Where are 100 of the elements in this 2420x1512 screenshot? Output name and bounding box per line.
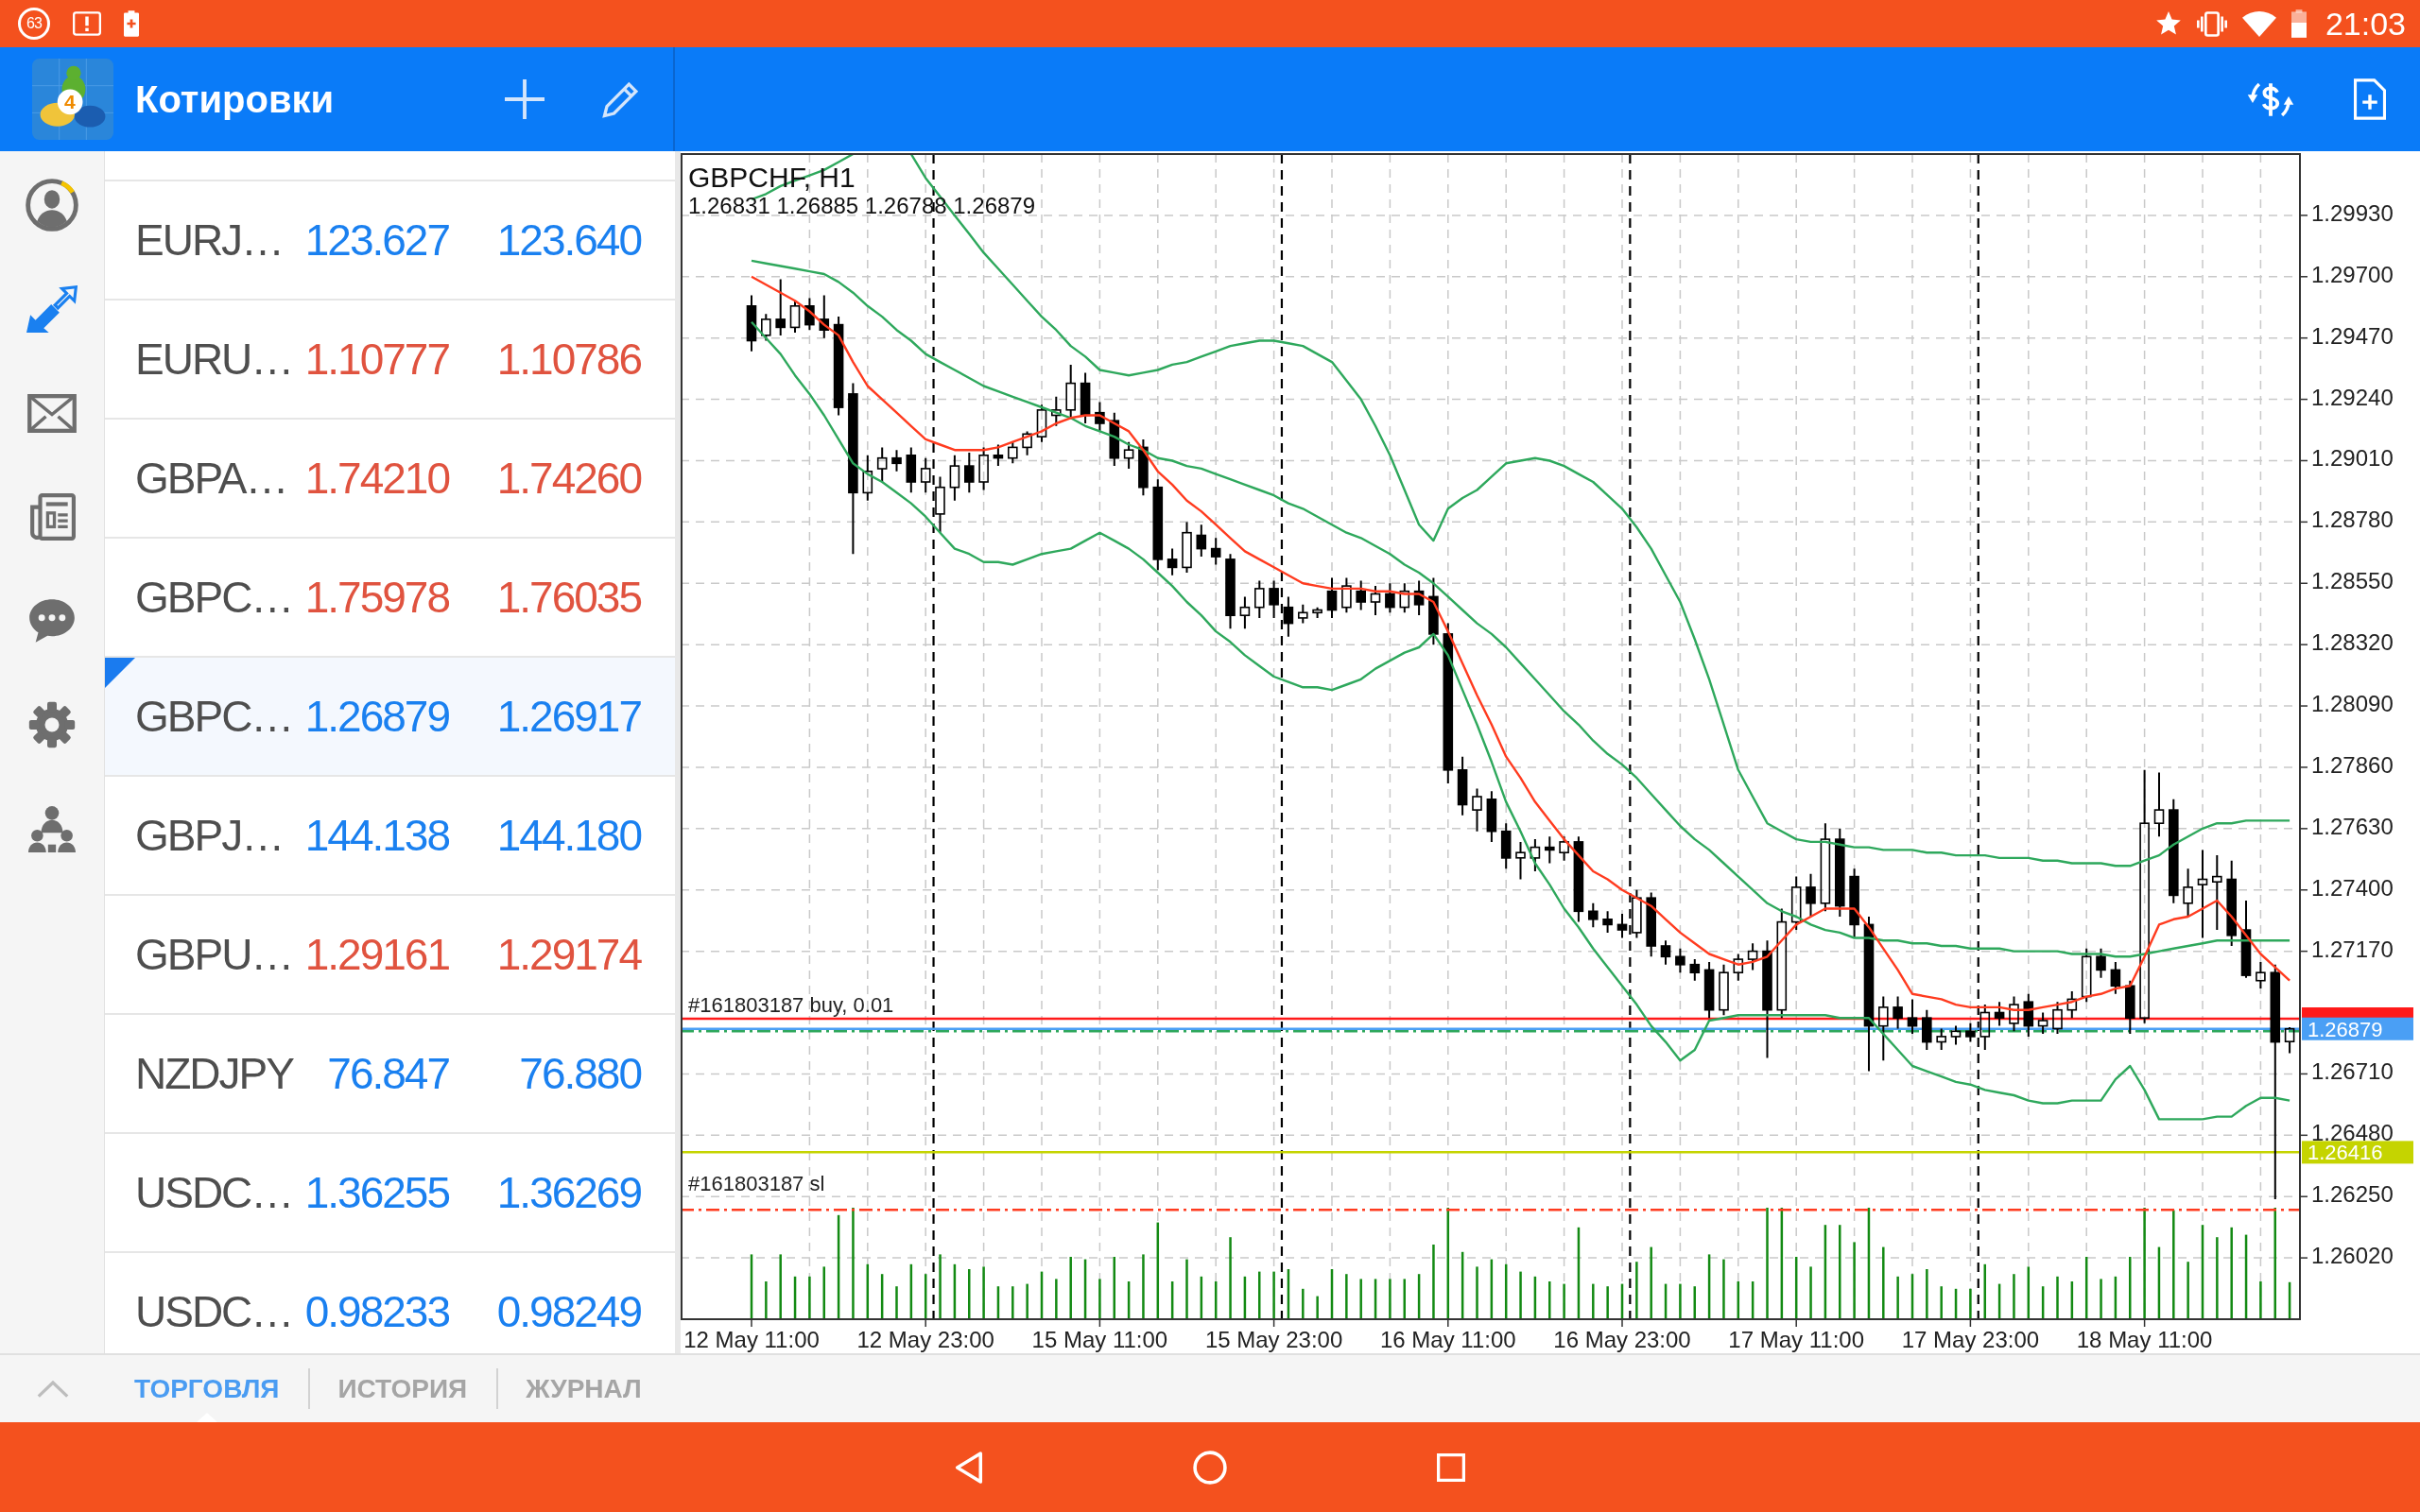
candlestick <box>1936 1027 1946 1051</box>
candlestick <box>2066 990 2078 1020</box>
candlestick <box>949 454 960 502</box>
back-icon[interactable] <box>955 1450 983 1485</box>
candlestick <box>1254 579 1265 619</box>
candlestick <box>761 313 771 342</box>
ask-price: 1.76035 <box>495 572 641 623</box>
axis-label: 17 May 11:00 <box>1728 1327 1865 1352</box>
axis-label: 1.29930 <box>2311 199 2394 226</box>
bid-price: 76.847 <box>326 1048 449 1099</box>
envelope-icon[interactable] <box>27 393 77 433</box>
candlestick <box>1602 910 1613 934</box>
candlestick <box>1979 1004 1991 1051</box>
corner-marker-icon <box>105 658 135 688</box>
candlestick <box>993 443 1004 468</box>
candlestick <box>1950 1024 1962 1046</box>
candlestick <box>1269 579 1279 619</box>
candlestick <box>1399 582 1410 614</box>
diagonal-arrows-icon[interactable] <box>26 285 78 333</box>
chat-bubble-icon[interactable] <box>27 597 77 644</box>
axis-label: 1.29700 <box>2311 261 2394 287</box>
line-label: #161803187 sl <box>688 1172 825 1196</box>
home-icon[interactable] <box>1193 1450 1227 1485</box>
candlestick <box>1747 942 1758 971</box>
axis-label: 15 May 11:00 <box>1031 1327 1168 1352</box>
candlestick <box>775 278 786 336</box>
screen-title: Котировки <box>135 77 335 121</box>
axis-label: 1.26710 <box>2311 1058 2394 1085</box>
battery-plus-icon <box>124 10 139 37</box>
bid-price: 1.10777 <box>303 334 449 385</box>
candlestick <box>2183 868 2193 918</box>
logo-number: 4 <box>64 92 76 112</box>
candlestick <box>1167 547 1178 576</box>
candlestick <box>746 294 757 352</box>
ask-price: 1.10786 <box>495 334 641 385</box>
candlestick <box>1515 840 1526 881</box>
ask-price: 1.36269 <box>495 1167 641 1218</box>
axis-label: 1.27400 <box>2311 874 2394 901</box>
bid-price: 1.29161 <box>303 929 449 980</box>
bid-price: 1.74210 <box>303 453 449 504</box>
pencil-icon[interactable] <box>602 80 640 118</box>
battery-icon <box>2290 9 2307 38</box>
axis-label: 1.29010 <box>2311 445 2394 472</box>
settings-icon[interactable] <box>28 701 76 748</box>
candlestick <box>1719 963 1729 1017</box>
axis-label: 18 May 11:00 <box>2076 1327 2213 1352</box>
newspaper-icon[interactable] <box>28 493 76 541</box>
candlestick <box>876 446 888 483</box>
symbol-name: EURU… <box>135 334 294 385</box>
candlestick <box>1370 585 1381 617</box>
add-icon[interactable] <box>505 79 544 119</box>
bid-price: 144.138 <box>303 810 449 861</box>
ask-price: 1.26917 <box>495 691 641 742</box>
add-document-icon[interactable] <box>2354 78 2386 120</box>
axis-label: 1.29470 <box>2311 322 2394 349</box>
ask-price: 1.29174 <box>495 929 641 980</box>
axis-label: 1.27630 <box>2311 813 2394 839</box>
candlestick <box>2125 979 2135 1036</box>
candlestick <box>1922 1008 1932 1051</box>
notification-count: 63 <box>18 8 50 40</box>
axis-label: 1.28320 <box>2311 629 2394 656</box>
candlestick <box>1646 891 1656 958</box>
candlestick <box>1500 822 1512 870</box>
candlestick <box>891 449 902 472</box>
symbol-name: USDC… <box>135 1286 294 1337</box>
candlestick <box>1210 537 1221 566</box>
candlestick <box>1965 1022 1976 1043</box>
people-icon[interactable] <box>28 805 76 852</box>
candlestick <box>1065 363 1076 420</box>
symbol-name: EURJ… <box>135 215 285 266</box>
candlestick <box>2153 771 2165 838</box>
bid-price: 1.75978 <box>303 572 449 623</box>
candlestick <box>1356 579 1366 611</box>
quote-row[interactable]: GBPC… 1.26879 1.26917 <box>105 656 675 775</box>
candlestick <box>906 446 917 494</box>
candlestick <box>1994 1001 2005 1027</box>
candlestick <box>1051 395 1062 427</box>
candlestick <box>1341 576 1352 614</box>
candlestick <box>1036 404 1047 443</box>
candlestick <box>804 297 815 332</box>
user-circle-icon[interactable] <box>25 178 79 232</box>
candlestick <box>1530 838 1541 872</box>
recent-apps-icon[interactable] <box>1437 1452 1465 1482</box>
candlestick <box>1123 440 1134 470</box>
candlestick <box>1283 595 1294 638</box>
clock-time: 21:03 <box>2325 5 2406 43</box>
candlestick <box>2081 947 2092 1004</box>
candlestick <box>2052 1001 2063 1036</box>
candlestick <box>1326 576 1338 619</box>
axis-label: 1.28780 <box>2311 507 2394 533</box>
candlestick <box>2256 960 2266 990</box>
candlestick <box>1385 582 1395 614</box>
candlestick <box>1878 995 1889 1062</box>
candlestick <box>2110 960 2121 995</box>
star-icon <box>2154 10 2182 37</box>
candlestick <box>1545 835 1555 865</box>
symbol-name: GBPA… <box>135 453 288 504</box>
candlestick <box>1806 872 1816 918</box>
candlestick <box>1298 603 1308 625</box>
candlestick <box>920 456 931 494</box>
